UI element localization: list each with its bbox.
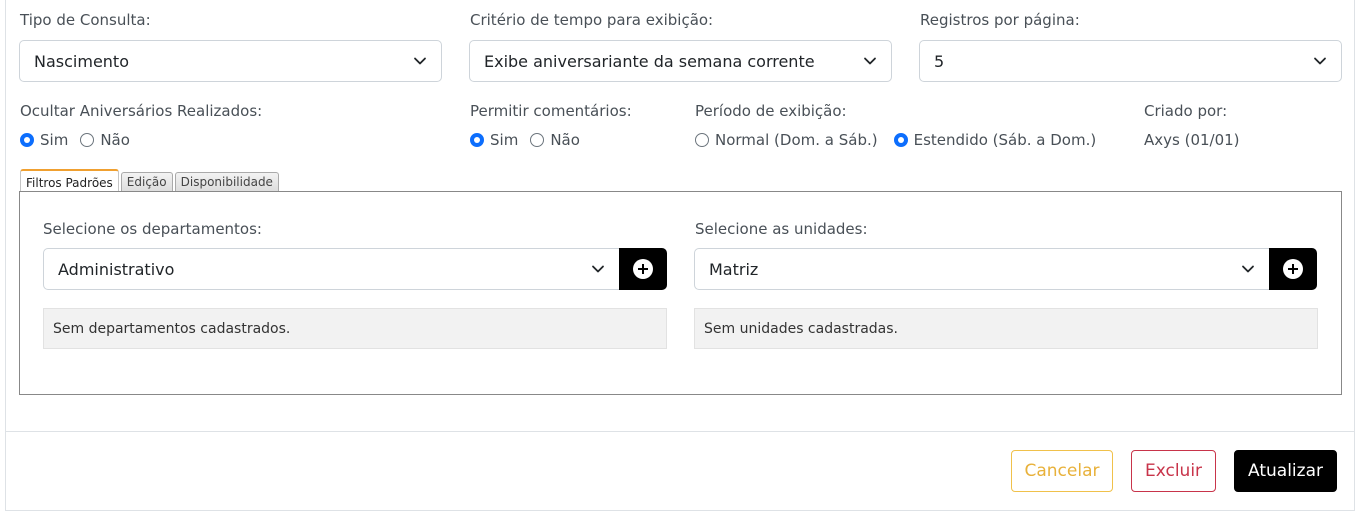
radio-checked-icon <box>470 133 484 147</box>
add-departamento-button[interactable] <box>619 248 667 290</box>
unidades-label: Selecione as unidades: <box>695 220 868 238</box>
registros-pagina-select[interactable]: 5 <box>919 40 1342 82</box>
delete-button[interactable]: Excluir <box>1131 450 1216 492</box>
plus-circle-icon <box>633 259 653 279</box>
departamentos-value: Administrativo <box>58 259 175 279</box>
tab-filtros-padroes[interactable]: Filtros Padrões <box>20 169 119 193</box>
unidades-select[interactable]: Matriz <box>694 248 1270 290</box>
radio-unchecked-icon <box>530 133 545 147</box>
radio-checked-icon <box>893 133 908 147</box>
unidades-value: Matriz <box>709 259 759 279</box>
ocultar-nao-radio[interactable]: Não <box>80 131 130 149</box>
footer-divider <box>6 431 1354 432</box>
registros-pagina-value: 5 <box>934 51 945 71</box>
departamentos-label: Selecione os departamentos: <box>43 220 262 238</box>
radio-checked-icon <box>20 133 34 147</box>
ocultar-aniversarios-radio-group: Sim Não <box>20 131 142 149</box>
add-unidade-button[interactable] <box>1269 248 1317 290</box>
permitir-comentarios-label: Permitir comentários: <box>470 102 632 120</box>
chevron-down-icon <box>591 262 605 276</box>
tipo-consulta-value: Nascimento <box>34 51 129 71</box>
permitir-comentarios-radio-group: Sim Não <box>470 131 592 149</box>
criado-por-value: Axys (01/01) <box>1144 131 1240 149</box>
periodo-exibicao-label: Período de exibição: <box>695 102 847 120</box>
radio-unchecked-icon <box>80 133 95 147</box>
criterio-tempo-value: Exibe aniversariante da semana corrente <box>484 51 815 71</box>
registros-pagina-label: Registros por página: <box>920 11 1080 29</box>
departamentos-select[interactable]: Administrativo <box>43 248 620 290</box>
update-button[interactable]: Atualizar <box>1234 450 1337 492</box>
chevron-down-icon <box>1313 54 1327 68</box>
ocultar-aniversarios-label: Ocultar Aniversários Realizados: <box>20 102 263 120</box>
tipo-consulta-label: Tipo de Consulta: <box>20 11 151 29</box>
criterio-tempo-select[interactable]: Exibe aniversariante da semana corrente <box>469 40 892 82</box>
plus-circle-icon <box>1283 259 1303 279</box>
unidades-empty-message: Sem unidades cadastradas. <box>694 308 1318 349</box>
chevron-down-icon <box>1241 262 1255 276</box>
tab-edicao[interactable]: Edição <box>120 172 173 192</box>
comentarios-nao-radio[interactable]: Não <box>530 131 580 149</box>
tipo-consulta-select[interactable]: Nascimento <box>19 40 442 82</box>
radio-unchecked-icon <box>695 133 709 147</box>
criado-por-label: Criado por: <box>1144 102 1228 120</box>
tab-bar: Filtros Padrões Edição Disponibilidade <box>20 168 281 193</box>
periodo-exibicao-radio-group: Normal (Dom. a Sáb.) Estendido (Sáb. a D… <box>695 131 1108 149</box>
comentarios-sim-radio[interactable]: Sim <box>470 131 518 149</box>
chevron-down-icon <box>413 54 427 68</box>
departamentos-empty-message: Sem departamentos cadastrados. <box>43 308 667 349</box>
criterio-tempo-label: Critério de tempo para exibição: <box>470 11 714 29</box>
ocultar-sim-radio[interactable]: Sim <box>20 131 68 149</box>
periodo-estendido-radio[interactable]: Estendido (Sáb. a Dom.) <box>893 131 1096 149</box>
tab-disponibilidade[interactable]: Disponibilidade <box>174 172 279 192</box>
chevron-down-icon <box>863 54 877 68</box>
periodo-normal-radio[interactable]: Normal (Dom. a Sáb.) <box>695 131 878 149</box>
cancel-button[interactable]: Cancelar <box>1011 450 1113 492</box>
